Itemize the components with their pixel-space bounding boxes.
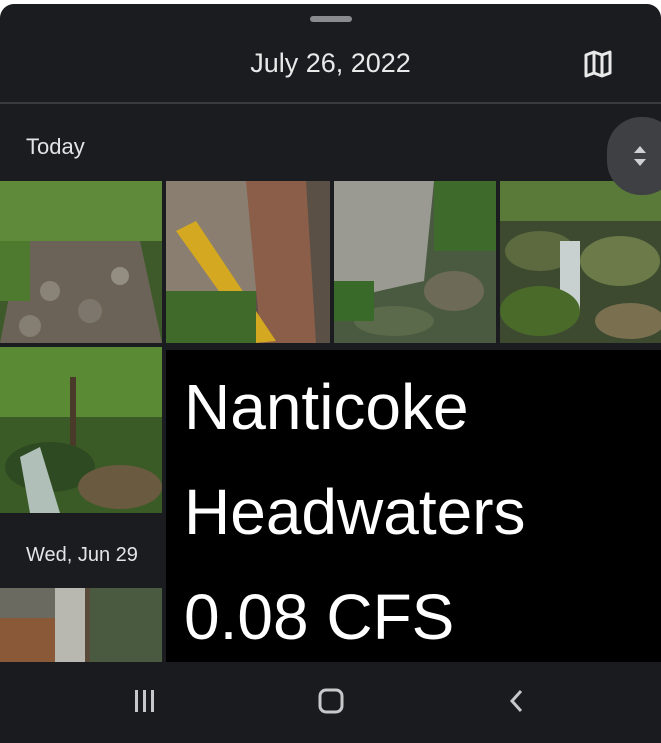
photo-thumbnail[interactable]: [166, 181, 330, 343]
photo-thumbnail[interactable]: [0, 181, 162, 343]
date-title: July 26, 2022: [250, 48, 411, 78]
section-label-wed: Wed, Jun 29: [26, 544, 138, 566]
section-label-today: Today: [26, 134, 85, 159]
header-divider: [0, 102, 661, 104]
back-icon[interactable]: [505, 686, 529, 716]
map-icon[interactable]: [580, 46, 616, 82]
photo-thumbnail[interactable]: [334, 181, 496, 343]
photo-thumbnail[interactable]: [0, 347, 162, 513]
caption-overlay: Nanticoke Headwaters 0.08 CFS: [166, 350, 661, 678]
scroll-handle-icon: [632, 144, 648, 168]
photo-thumbnail[interactable]: [500, 181, 661, 343]
caption-line-1: Nanticoke: [184, 371, 469, 443]
home-icon[interactable]: [316, 686, 346, 716]
caption-line-3: 0.08 CFS: [184, 581, 455, 653]
drag-handle[interactable]: [310, 16, 352, 22]
caption-line-2: Headwaters: [184, 476, 526, 548]
recent-apps-icon[interactable]: [130, 686, 160, 716]
system-nav-bar: [0, 662, 661, 743]
